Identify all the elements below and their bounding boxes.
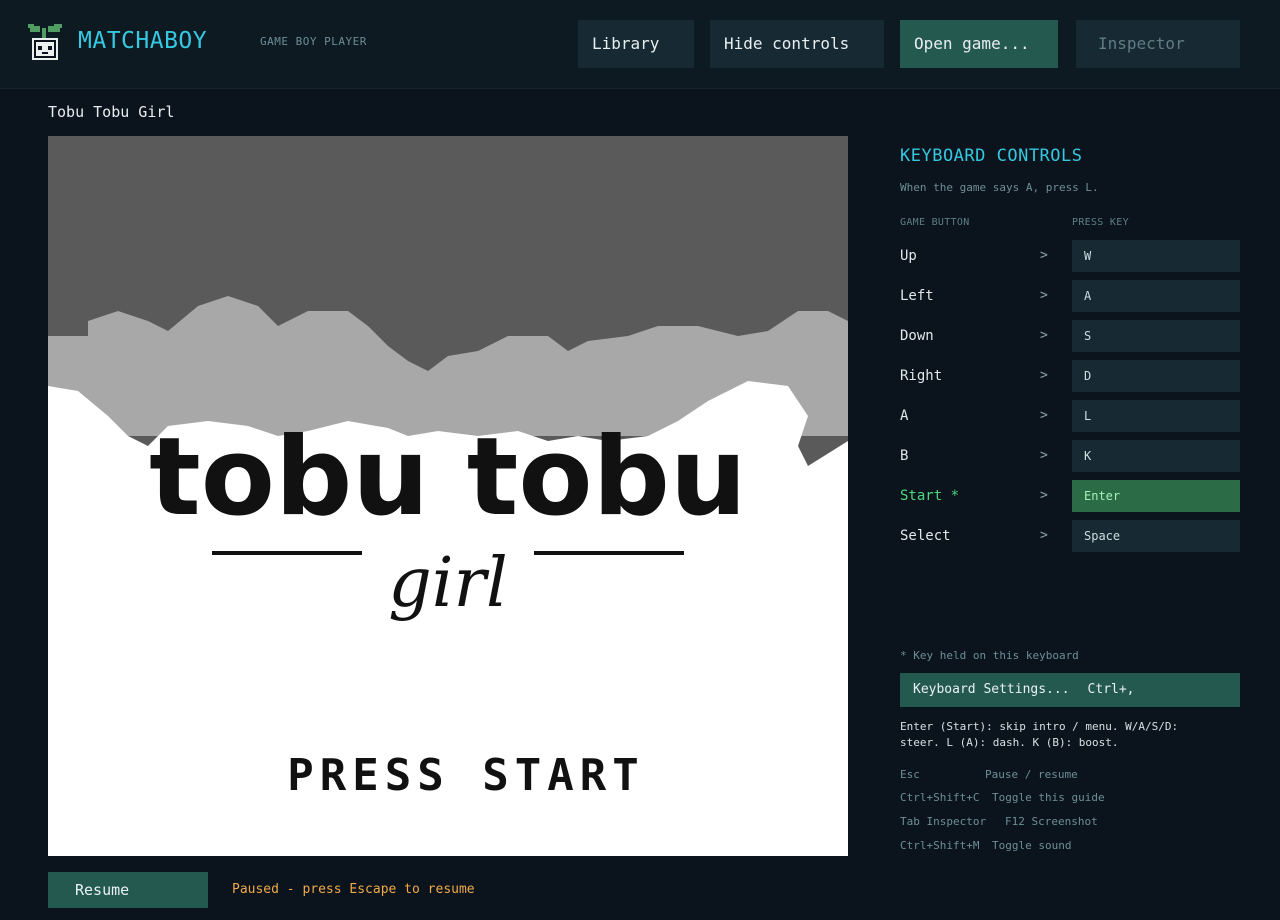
library-button[interactable]: Library	[578, 20, 694, 68]
mapping-row-a: A > L	[900, 400, 1240, 432]
chevron-right-icon: >	[1040, 248, 1048, 263]
keyboard-settings-button[interactable]: Keyboard Settings... Ctrl+,	[900, 673, 1240, 707]
shortcut-description: Pause / resume	[985, 768, 1078, 781]
mapping-label: Select	[900, 528, 951, 544]
controls-hint: When the game says A, press L.	[900, 181, 1099, 194]
game-screen-canvas: tobu tobu girl PRESS START	[48, 136, 848, 856]
shortcut-key: Ctrl+Shift+M	[900, 839, 980, 852]
open-game-button[interactable]: Open game...	[900, 20, 1058, 68]
logo-underline-left	[212, 551, 362, 555]
held-key-footnote: * Key held on this keyboard	[900, 649, 1079, 662]
shortcut-description: F12 Screenshot	[1005, 815, 1098, 828]
mapping-row-select: Select > Space	[900, 520, 1240, 552]
key-field-start[interactable]: Enter	[1072, 480, 1240, 512]
key-field-down[interactable]: S	[1072, 320, 1240, 352]
keyboard-settings-label: Keyboard Settings...	[913, 682, 1070, 697]
chevron-right-icon: >	[1040, 528, 1048, 543]
game-title: Tobu Tobu Girl	[48, 103, 175, 121]
mapping-label: A	[900, 408, 909, 424]
hide-controls-button[interactable]: Hide controls	[710, 20, 884, 68]
mapping-label: Down	[900, 328, 934, 344]
logo-script-text: girl	[388, 544, 508, 623]
mapping-row-start: Start * > Enter	[900, 480, 1240, 512]
chevron-right-icon: >	[1040, 488, 1048, 503]
app-subtitle: GAME BOY PLAYER	[260, 35, 367, 48]
chevron-right-icon: >	[1040, 288, 1048, 303]
shortcut-key: Tab Inspector	[900, 815, 987, 828]
game-screen[interactable]: tobu tobu girl PRESS START	[48, 136, 848, 856]
chevron-right-icon: >	[1040, 448, 1048, 463]
chevron-right-icon: >	[1040, 408, 1048, 423]
shortcut-description: Toggle this guide	[992, 791, 1105, 804]
shortcut-key: Ctrl+Shift+C	[900, 791, 980, 804]
mapping-label: Left	[900, 288, 934, 304]
key-field-b[interactable]: K	[1072, 440, 1240, 472]
controls-title: KEYBOARD CONTROLS	[900, 146, 1083, 166]
keyboard-settings-shortcut: Ctrl+,	[1087, 682, 1135, 697]
paused-status: Paused - press Escape to resume	[232, 882, 475, 897]
column-press-key: PRESS KEY	[1072, 217, 1129, 228]
key-field-left[interactable]: A	[1072, 280, 1240, 312]
shortcut-key: Esc	[900, 768, 920, 781]
app-title: MATCHABOY	[78, 28, 208, 54]
mapping-row-left: Left > A	[900, 280, 1240, 312]
mapping-row-b: B > K	[900, 440, 1240, 472]
logo-title-text: tobu tobu	[149, 415, 747, 540]
mapping-label: Up	[900, 248, 917, 264]
press-start-text: PRESS START	[287, 750, 644, 801]
mapping-row-up: Up > W	[900, 240, 1240, 272]
shortcut-description: Toggle sound	[992, 839, 1072, 852]
sprout-logo-icon	[28, 24, 62, 60]
key-field-select[interactable]: Space	[1072, 520, 1240, 552]
mapping-label: Right	[900, 368, 943, 384]
control-help-text: Enter (Start): skip intro / menu. W/A/S/…	[900, 720, 1179, 749]
column-game-button: GAME BUTTON	[900, 217, 970, 228]
resume-button[interactable]: Resume	[48, 872, 208, 908]
chevron-right-icon: >	[1040, 368, 1048, 383]
top-bar: MATCHABOY GAME BOY PLAYER Library Hide c…	[0, 0, 1280, 89]
key-field-a[interactable]: L	[1072, 400, 1240, 432]
mapping-label: B	[900, 448, 909, 464]
mapping-row-right: Right > D	[900, 360, 1240, 392]
chevron-right-icon: >	[1040, 328, 1048, 343]
mapping-label: Start *	[900, 488, 960, 504]
inspector-button[interactable]: Inspector	[1076, 20, 1240, 68]
key-field-right[interactable]: D	[1072, 360, 1240, 392]
logo-underline-right	[534, 551, 684, 555]
key-field-up[interactable]: W	[1072, 240, 1240, 272]
mapping-row-down: Down > S	[900, 320, 1240, 352]
